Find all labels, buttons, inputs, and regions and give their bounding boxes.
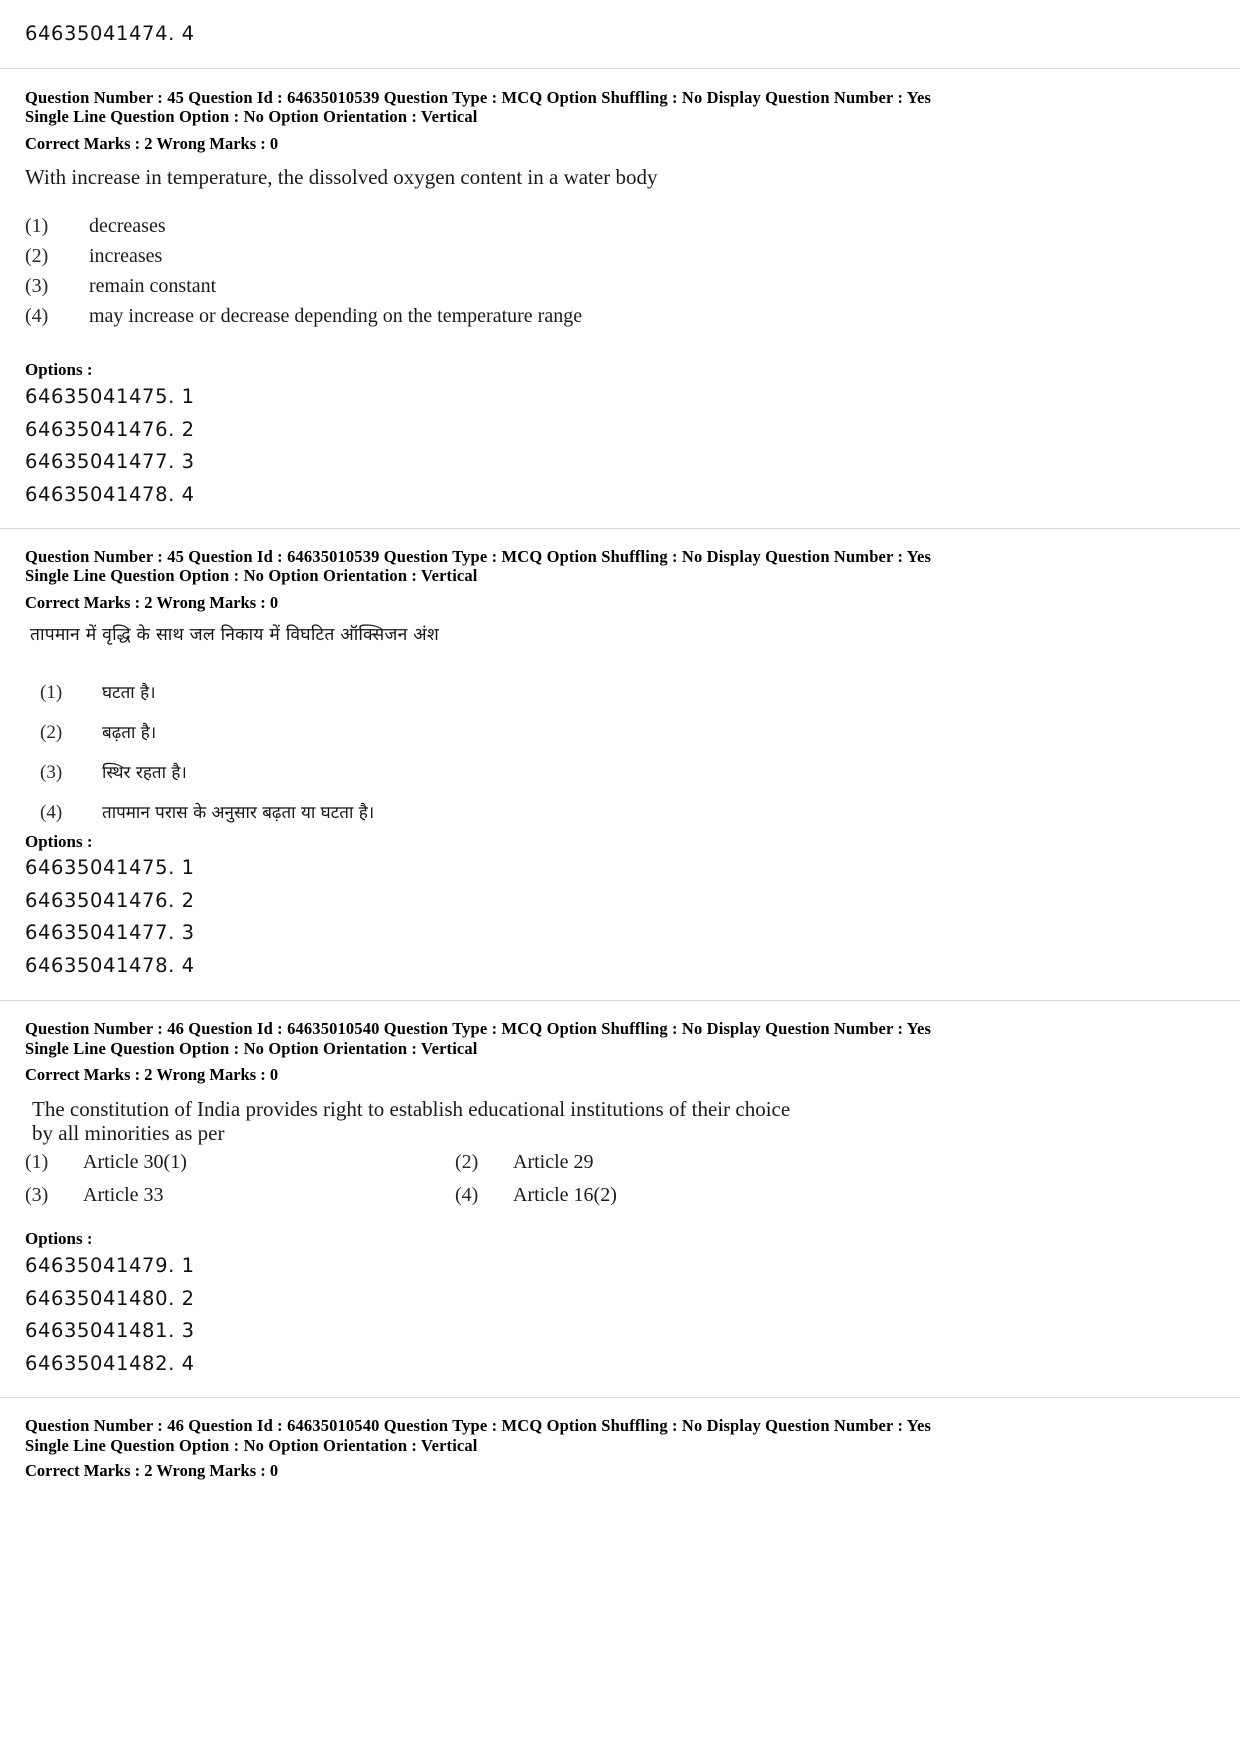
question-meta-line-1: Question Number : 46 Question Id : 64635…	[25, 1416, 932, 1435]
question-text-line-2: by all minorities as per	[32, 1121, 225, 1145]
choice-number: (3)	[25, 1184, 49, 1206]
question-marks-line: Correct Marks : 2 Wrong Marks : 0	[25, 593, 279, 612]
section-divider	[0, 1000, 1240, 1001]
option-id-list: 64635041475. 1 64635041476. 2 6463504147…	[25, 387, 195, 517]
options-label: Options :	[25, 1229, 93, 1248]
option-id: 64635041481. 3	[25, 1319, 195, 1342]
question-marks-line: Correct Marks : 2 Wrong Marks : 0	[25, 134, 279, 153]
option-id: 64635041477. 3	[25, 450, 195, 473]
question-marks-line: Correct Marks : 2 Wrong Marks : 0	[25, 1065, 279, 1084]
option-id: 64635041482. 4	[25, 1351, 195, 1375]
question-meta-line-1: Question Number : 45 Question Id : 64635…	[25, 88, 932, 107]
option-id: 64635041478. 4	[25, 953, 195, 977]
choice-text: Article 16(2)	[513, 1184, 617, 1206]
question-text-line-1: The constitution of India provides right…	[32, 1097, 791, 1121]
section-divider	[0, 1397, 1240, 1398]
choice-text: Article 33	[83, 1184, 164, 1206]
choice-row[interactable]: (4) तापमान परास के अनुसार बढ़ता या घटता …	[40, 800, 374, 824]
choice-text: Article 30(1)	[83, 1151, 187, 1173]
section-divider	[0, 68, 1240, 69]
choice-text: स्थिर रहता है।	[102, 763, 187, 783]
option-id: 64635041478. 4	[25, 482, 195, 506]
choice-number: (3)	[25, 275, 49, 297]
choice-list: (1) decreases (2) increases (3) remain c…	[25, 215, 582, 335]
choice-row[interactable]: (4) may increase or decrease depending o…	[25, 305, 582, 328]
question-text: With increase in temperature, the dissol…	[25, 165, 658, 189]
question-meta-line-2: Single Line Question Option : No Option …	[25, 1039, 478, 1058]
choice-number: (2)	[25, 245, 49, 267]
choice-row[interactable]: (2) Article 29	[455, 1151, 617, 1174]
choice-row[interactable]: (2) बढ़ता है।	[40, 720, 374, 744]
option-id-list: 64635041475. 1 64635041476. 2 6463504147…	[25, 858, 195, 988]
option-id: 64635041475. 1	[25, 856, 195, 879]
choice-row[interactable]: (1) Article 30(1)	[25, 1151, 455, 1174]
option-id: 64635041476. 2	[25, 417, 195, 441]
question-meta-line-2: Single Line Question Option : No Option …	[25, 1436, 478, 1455]
option-id: 64635041476. 2	[25, 888, 195, 912]
section-divider	[0, 528, 1240, 529]
exam-answer-key-page: 64635041474. 4 Question Number : 45 Ques…	[0, 0, 1240, 1754]
choice-row[interactable]: (3) स्थिर रहता है।	[40, 760, 374, 784]
question-text: तापमान में वृद्धि के साथ जल निकाय में वि…	[30, 625, 439, 645]
choice-text: may increase or decrease depending on th…	[89, 305, 583, 327]
option-id-list: 64635041479. 1 64635041480. 2 6463504148…	[25, 1256, 195, 1386]
choice-number: (4)	[40, 802, 63, 823]
choice-number: (1)	[25, 215, 49, 237]
choice-list: (1) घटता है। (2) बढ़ता है। (3) स्थिर रहत…	[40, 680, 374, 840]
choice-text: remain constant	[89, 275, 217, 297]
choice-row[interactable]: (4) Article 16(2)	[455, 1184, 617, 1207]
choice-row[interactable]: (3) remain constant	[25, 275, 582, 298]
choice-row[interactable]: (2) increases	[25, 245, 582, 268]
choice-number: (1)	[25, 1151, 49, 1173]
option-id-continued: 64635041474. 4	[25, 22, 195, 45]
choice-list: (1) Article 30(1) (2) Article 29 (3) Art…	[25, 1151, 617, 1207]
choice-number: (2)	[40, 722, 63, 743]
choice-text: increases	[89, 245, 163, 267]
question-marks-line: Correct Marks : 2 Wrong Marks : 0	[25, 1461, 279, 1480]
choice-number: (2)	[455, 1151, 479, 1173]
choice-text: तापमान परास के अनुसार बढ़ता या घटता है।	[102, 803, 375, 823]
choice-row[interactable]: (3) Article 33	[25, 1184, 455, 1207]
choice-row[interactable]: (1) घटता है।	[40, 680, 374, 704]
choice-number: (4)	[25, 305, 49, 327]
choice-text: Article 29	[513, 1151, 594, 1173]
options-label: Options :	[25, 360, 93, 379]
choice-number: (3)	[40, 762, 63, 783]
option-id: 64635041480. 2	[25, 1286, 195, 1310]
choice-text: घटता है।	[102, 683, 156, 703]
question-meta-line-2: Single Line Question Option : No Option …	[25, 566, 478, 585]
choice-text: बढ़ता है।	[102, 723, 157, 743]
option-id: 64635041477. 3	[25, 921, 195, 944]
question-meta-line-2: Single Line Question Option : No Option …	[25, 107, 478, 126]
option-id: 64635041475. 1	[25, 385, 195, 408]
options-label: Options :	[25, 832, 93, 851]
question-meta-line-1: Question Number : 45 Question Id : 64635…	[25, 547, 932, 566]
choice-number: (1)	[40, 682, 63, 703]
option-id: 64635041479. 1	[25, 1254, 195, 1277]
choice-row[interactable]: (1) decreases	[25, 215, 582, 238]
question-meta-line-1: Question Number : 46 Question Id : 64635…	[25, 1019, 932, 1038]
choice-number: (4)	[455, 1184, 479, 1206]
choice-text: decreases	[89, 215, 166, 237]
